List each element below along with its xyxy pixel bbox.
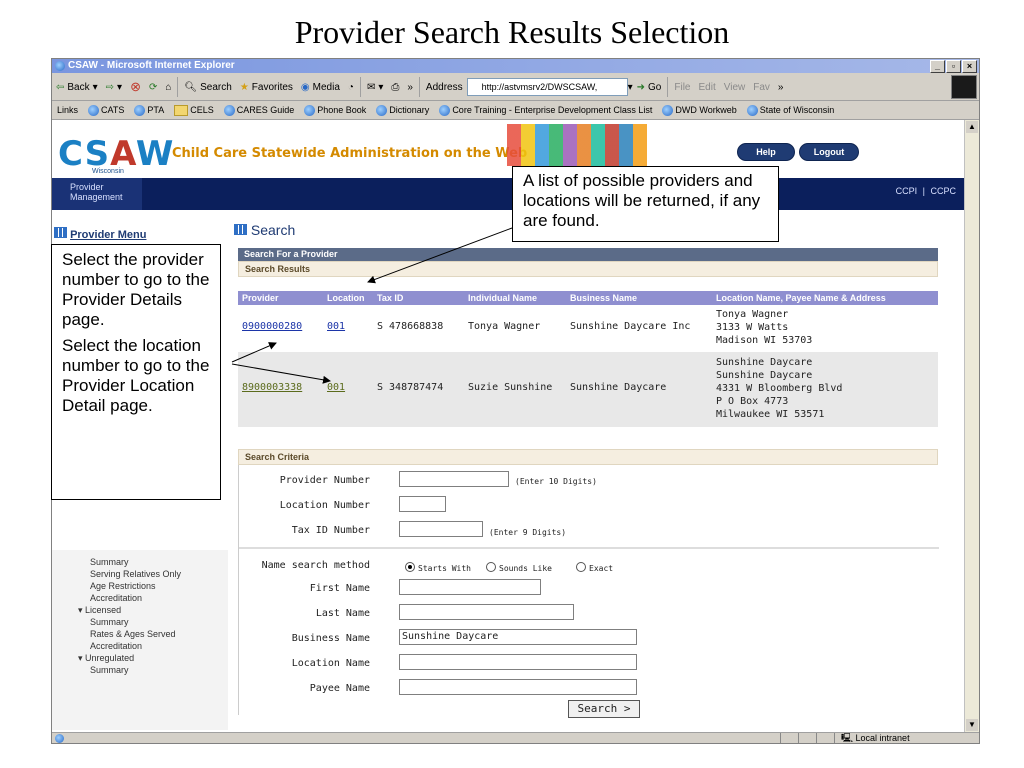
- callout-arrows: [231, 227, 513, 384]
- arrow-to-results: [367, 227, 513, 284]
- arrow-to-location-link: [231, 363, 331, 384]
- arrow-to-provider-link: [231, 342, 277, 363]
